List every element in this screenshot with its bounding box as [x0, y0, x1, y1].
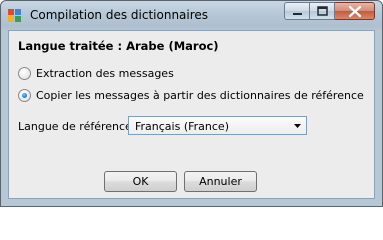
radio-label: Extraction des messages — [36, 67, 174, 80]
radio-extract-messages[interactable]: Extraction des messages — [18, 66, 174, 81]
dialog-window: Compilation des dictionnaires Langue tra… — [0, 0, 383, 207]
radio-button-selected[interactable] — [18, 89, 31, 102]
window-title: Compilation des dictionnaires — [30, 8, 209, 22]
ok-button[interactable]: OK — [104, 171, 177, 192]
language-heading: Langue traitée : Arabe (Maroc) — [18, 39, 219, 53]
reference-language-value: Français (France) — [135, 120, 229, 133]
reference-language-label: Langue de référence: — [18, 120, 136, 133]
minimize-button[interactable] — [284, 2, 310, 20]
chevron-down-icon[interactable] — [291, 119, 304, 132]
maximize-button[interactable] — [310, 2, 335, 20]
maximize-icon — [317, 6, 328, 16]
minimize-icon — [293, 13, 302, 15]
radio-button[interactable] — [18, 67, 31, 80]
cancel-button[interactable]: Annuler — [184, 171, 257, 192]
window-controls — [284, 2, 375, 20]
close-icon — [348, 5, 362, 18]
dialog-content: Langue traitée : Arabe (Maroc) Extractio… — [8, 30, 375, 199]
close-button[interactable] — [335, 2, 375, 20]
radio-label: Copier les messages à partir des diction… — [36, 89, 364, 102]
title-bar[interactable]: Compilation des dictionnaires — [1, 1, 382, 30]
radio-copy-messages[interactable]: Copier les messages à partir des diction… — [18, 88, 364, 103]
reference-language-select[interactable]: Français (France) — [128, 116, 307, 135]
dictionary-app-icon — [7, 7, 23, 23]
